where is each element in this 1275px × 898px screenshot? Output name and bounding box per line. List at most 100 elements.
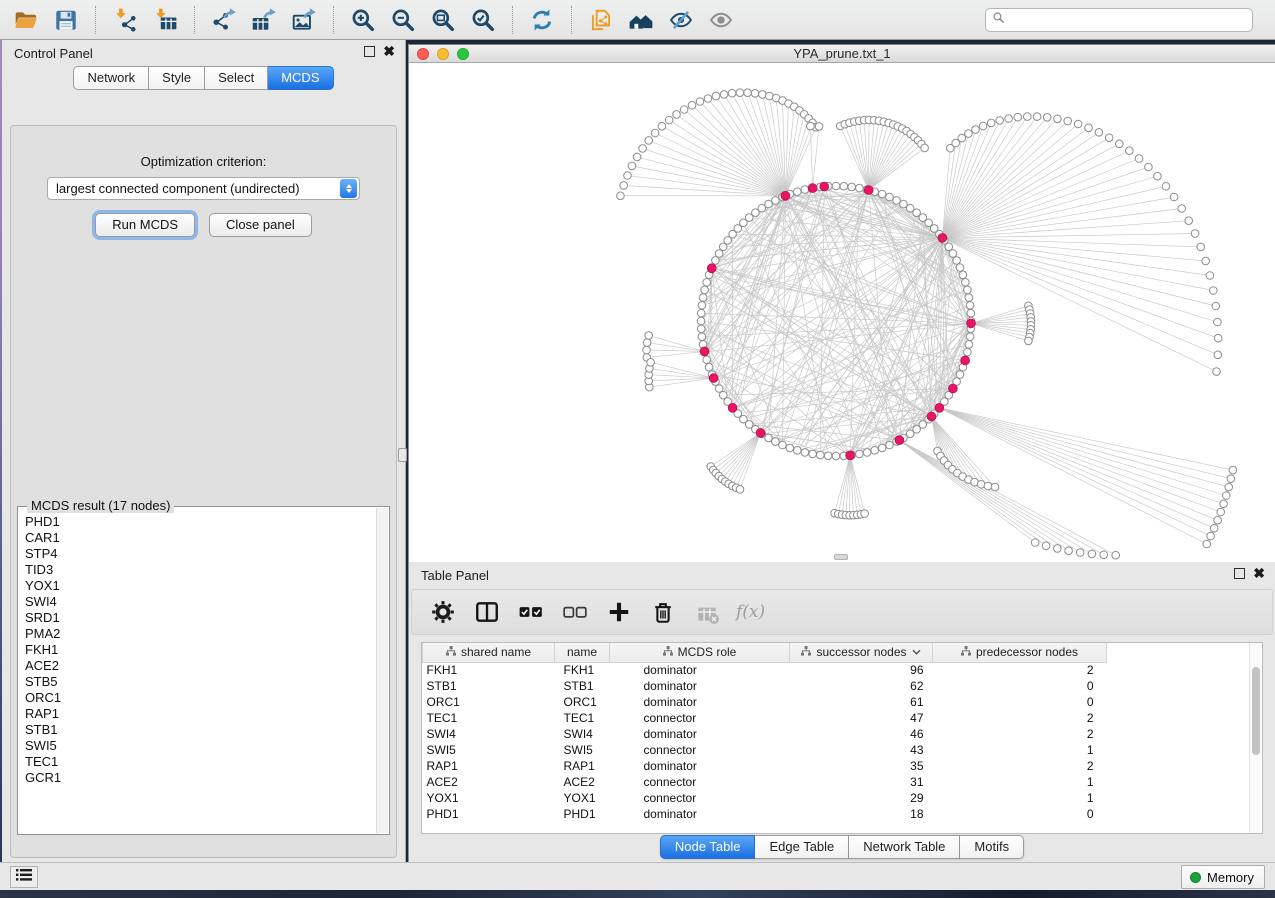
cell-predecessor-nodes[interactable]: 0 [933,806,1107,822]
cell-successor-nodes[interactable]: 47 [790,710,933,726]
import-table-icon[interactable] [145,3,185,37]
cell-name[interactable]: SWI4 [555,726,610,742]
table-row[interactable]: ACE2ACE2connector311 [423,774,1256,790]
refresh-icon[interactable] [522,3,562,37]
network-window-titlebar[interactable]: YPA_prune.txt_1 [409,44,1275,63]
tab-network-table[interactable]: Network Table [849,835,960,859]
close-panel-icon[interactable]: ✖ [383,46,395,57]
cell-MCDS-role[interactable]: dominator [610,678,790,694]
share-document-icon[interactable] [581,3,621,37]
column-header-shared-name[interactable]: shared name [423,643,555,662]
zoom-selected-icon[interactable] [463,3,503,37]
cell-predecessor-nodes[interactable]: 2 [933,710,1107,726]
run-mcds-button[interactable]: Run MCDS [95,213,195,237]
zoom-out-icon[interactable] [383,3,423,37]
tab-node-table[interactable]: Node Table [660,835,756,859]
close-table-panel-icon[interactable]: ✖ [1253,568,1265,579]
cell-predecessor-nodes[interactable]: 1 [933,742,1107,758]
mcds-result-item[interactable]: GCR1 [25,770,376,786]
table-scrollbar-thumb[interactable] [1252,667,1260,755]
table-row[interactable]: SWI5SWI5connector431 [423,742,1256,758]
mcds-result-item[interactable]: PHD1 [25,514,376,530]
optimization-criterion-select[interactable]: largest connected component (undirected) [47,177,360,200]
mcds-result-item[interactable]: ORC1 [25,690,376,706]
cell-successor-nodes[interactable]: 46 [790,726,933,742]
table-row[interactable]: STB1STB1dominator620 [423,678,1256,694]
global-search-input[interactable] [1009,13,1246,27]
hide-selected-eye-slash-icon[interactable] [661,3,701,37]
column-header-name[interactable]: name [555,643,610,662]
cell-name[interactable]: ORC1 [555,694,610,710]
tab-motifs[interactable]: Motifs [960,835,1024,859]
show-all-eye-icon[interactable] [701,3,741,37]
add-column-icon[interactable] [604,596,634,628]
task-history-button[interactable] [10,866,38,888]
memory-button[interactable]: Memory [1181,865,1265,889]
cell-shared-name[interactable]: ACE2 [423,774,555,790]
split-columns-icon[interactable] [472,596,502,628]
mcds-result-scrollbar[interactable] [376,508,388,833]
cell-shared-name[interactable]: SWI5 [423,742,555,758]
mcds-result-list[interactable]: PHD1CAR1STP4TID3YOX1SWI4SRD1PMA2FKH1ACE2… [19,508,376,833]
cell-predecessor-nodes[interactable]: 2 [933,726,1107,742]
mcds-result-item[interactable]: FKH1 [25,642,376,658]
cell-MCDS-role[interactable]: connector [610,790,790,806]
tab-mcds[interactable]: MCDS [268,66,333,90]
cell-shared-name[interactable]: RAP1 [423,758,555,774]
float-table-panel-icon[interactable] [1234,568,1245,579]
cell-name[interactable]: YOX1 [555,790,610,806]
mcds-result-item[interactable]: STB5 [25,674,376,690]
cell-name[interactable]: PHD1 [555,806,610,822]
mcds-result-item[interactable]: PMA2 [25,626,376,642]
cell-successor-nodes[interactable]: 62 [790,678,933,694]
neighbors-houses-icon[interactable] [621,3,661,37]
mcds-result-item[interactable]: SRD1 [25,610,376,626]
fit-content-icon[interactable] [423,3,463,37]
mcds-result-item[interactable]: STP4 [25,546,376,562]
cell-shared-name[interactable]: ORC1 [423,694,555,710]
tab-style[interactable]: Style [149,66,205,90]
save-session-icon[interactable] [46,3,86,37]
table-row[interactable]: PHD1PHD1dominator180 [423,806,1256,822]
cell-successor-nodes[interactable]: 96 [790,662,933,678]
cell-successor-nodes[interactable]: 35 [790,758,933,774]
cell-MCDS-role[interactable]: connector [610,742,790,758]
cell-successor-nodes[interactable]: 18 [790,806,933,822]
cell-name[interactable]: STB1 [555,678,610,694]
export-table-icon[interactable] [244,3,284,37]
table-row[interactable]: FKH1FKH1dominator962 [423,662,1256,678]
cell-predecessor-nodes[interactable]: 0 [933,678,1107,694]
cell-name[interactable]: ACE2 [555,774,610,790]
cell-shared-name[interactable]: PHD1 [423,806,555,822]
mcds-result-item[interactable]: RAP1 [25,706,376,722]
cell-successor-nodes[interactable]: 43 [790,742,933,758]
select-all-checkbox-icon[interactable] [516,596,546,628]
export-image-icon[interactable] [284,3,324,37]
cell-successor-nodes[interactable]: 61 [790,694,933,710]
tab-edge-table[interactable]: Edge Table [755,835,849,859]
table-row[interactable]: TEC1TEC1connector472 [423,710,1256,726]
cell-MCDS-role[interactable]: dominator [610,726,790,742]
cell-MCDS-role[interactable]: dominator [610,662,790,678]
cell-MCDS-role[interactable]: dominator [610,806,790,822]
cell-shared-name[interactable]: FKH1 [423,662,555,678]
column-header-successor-nodes[interactable]: successor nodes [790,643,933,662]
column-header-predecessor-nodes[interactable]: predecessor nodes [933,643,1107,662]
gear-icon[interactable] [428,596,458,628]
mcds-result-item[interactable]: TID3 [25,562,376,578]
cell-successor-nodes[interactable]: 29 [790,790,933,806]
cell-shared-name[interactable]: TEC1 [423,710,555,726]
table-row[interactable]: YOX1YOX1connector291 [423,790,1256,806]
cell-shared-name[interactable]: STB1 [423,678,555,694]
table-scrollbar[interactable] [1249,643,1262,833]
float-panel-icon[interactable] [364,46,375,57]
export-network-icon[interactable] [204,3,244,37]
open-file-icon[interactable] [6,3,46,37]
cell-name[interactable]: TEC1 [555,710,610,726]
close-panel-button[interactable]: Close panel [209,213,312,237]
delete-column-icon[interactable] [648,596,678,628]
cell-name[interactable]: RAP1 [555,758,610,774]
tab-select[interactable]: Select [205,66,268,90]
cell-predecessor-nodes[interactable]: 2 [933,758,1107,774]
table-row[interactable]: ORC1ORC1dominator610 [423,694,1256,710]
